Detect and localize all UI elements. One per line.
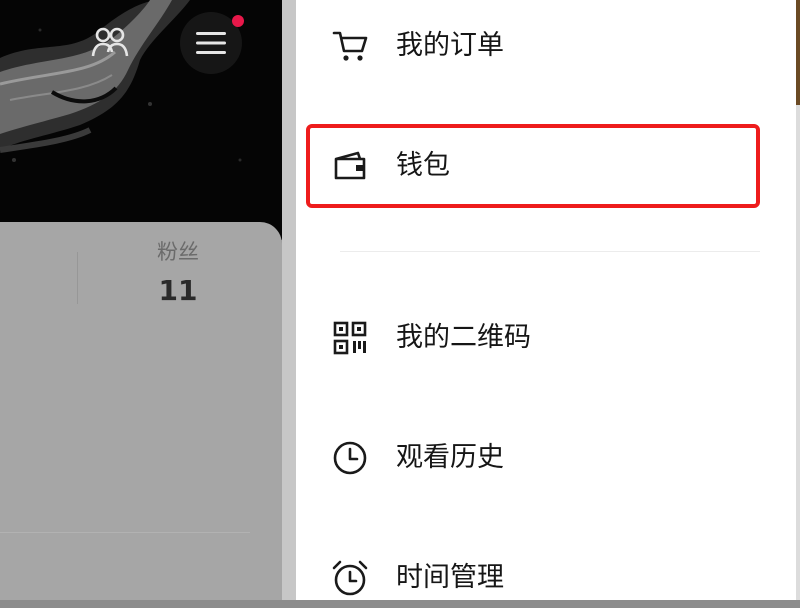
card-divider <box>0 532 250 533</box>
menu-item-orders[interactable]: 我的订单 <box>296 16 796 76</box>
followers-count: 11 <box>158 274 198 307</box>
background-edge-image <box>796 0 800 105</box>
menu-item-label: 时间管理 <box>396 562 504 593</box>
menu-item-label: 观看历史 <box>396 442 504 473</box>
clock-icon <box>330 438 370 478</box>
menu-item-label: 我的订单 <box>396 30 504 61</box>
hamburger-icon <box>196 32 226 54</box>
qrcode-icon <box>330 318 370 358</box>
wallet-icon <box>330 146 370 186</box>
notification-dot <box>232 15 244 27</box>
followers-label: 粉丝 <box>157 240 199 264</box>
background-edge <box>796 0 800 600</box>
menu-item-qrcode[interactable]: 我的二维码 <box>296 308 796 368</box>
menu-divider <box>340 251 760 252</box>
profile-header <box>0 0 282 240</box>
stat-divider <box>77 252 78 304</box>
menu-item-label: 钱包 <box>396 150 450 181</box>
menu-item-label: 我的二维码 <box>396 322 531 353</box>
menu-item-history[interactable]: 观看历史 <box>296 428 796 488</box>
cart-icon <box>330 26 370 66</box>
alarm-clock-icon <box>330 558 370 598</box>
friends-icon <box>91 27 129 57</box>
profile-card: 粉丝 11 <box>0 222 282 600</box>
menu-item-wallet[interactable]: 钱包 <box>296 136 796 196</box>
friends-button[interactable] <box>84 16 136 68</box>
side-drawer: 我的订单 钱包 我的二维码 观看历史 时间管理 <box>282 0 796 600</box>
menu-item-time-management[interactable]: 时间管理 <box>296 548 796 608</box>
